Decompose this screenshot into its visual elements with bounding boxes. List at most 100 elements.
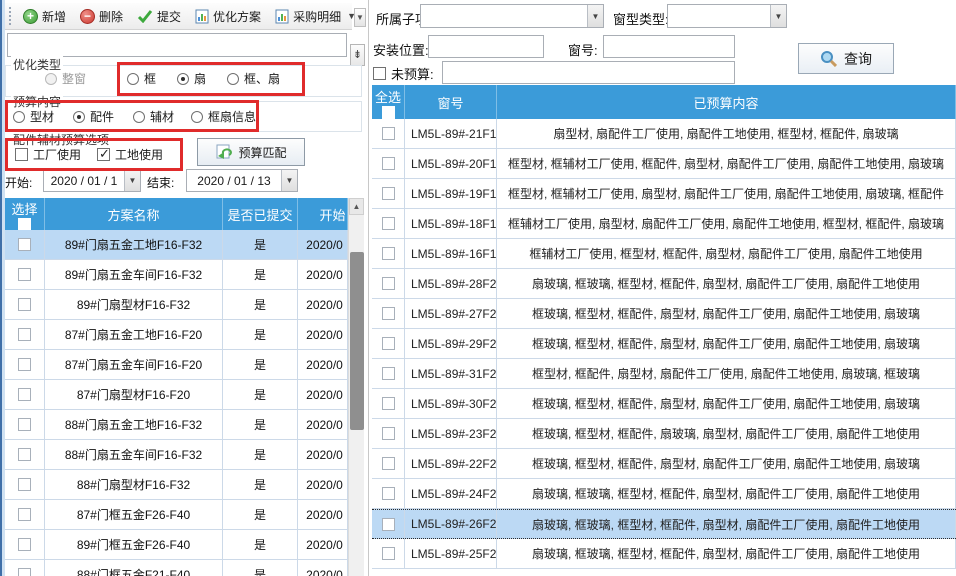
row-checkbox[interactable] [382,547,395,560]
window-row[interactable]: LM5L-89#-27F25框玻璃, 框型材, 框配件, 扇型材, 扇配件工厂使… [372,299,956,329]
row-checkbox[interactable] [382,307,395,320]
scroll-up-icon[interactable]: ▲ [349,198,364,215]
window-row[interactable]: LM5L-89#-19F17框型材, 框辅材工厂使用, 扇型材, 扇配件工厂使用… [372,179,956,209]
row-select-cell[interactable] [5,560,45,576]
optimize-plan-button[interactable]: 优化方案 [191,6,265,27]
row-checkbox[interactable] [382,337,395,350]
start-date-dropdown-icon[interactable]: ▼ [124,170,140,191]
row-checkbox[interactable] [18,328,31,341]
row-select-cell[interactable] [5,230,45,259]
row-select-cell[interactable] [372,539,405,568]
window-row[interactable]: LM5L-89#-30F28框玻璃, 框型材, 框配件, 扇型材, 扇配件工厂使… [372,389,956,419]
row-checkbox[interactable] [382,127,395,140]
unbudgeted-input[interactable] [442,61,735,84]
radio-option[interactable]: 框、扇 [227,70,280,87]
row-select-cell[interactable] [372,239,405,268]
row-select-cell[interactable] [5,440,45,469]
row-select-cell[interactable] [372,510,405,538]
row-checkbox[interactable] [382,367,395,380]
start-column-header[interactable]: 开始 [298,198,348,230]
plan-row[interactable]: 88#门框五金F21-F40是2020/0 [5,560,364,576]
sub-item-select[interactable]: ▼ [420,4,604,28]
window-row[interactable]: LM5L-89#-22F20框玻璃, 框型材, 框配件, 扇型材, 扇配件工厂使… [372,449,956,479]
row-checkbox[interactable] [382,187,395,200]
plan-row[interactable]: 89#门框五金F26-F40是2020/0 [5,530,364,560]
unbudgeted-checkbox[interactable] [373,67,386,80]
row-checkbox[interactable] [18,508,31,521]
window-no-column-header[interactable]: 窗号 [405,85,497,119]
plan-row[interactable]: 87#门扇型材F16-F20是2020/0 [5,380,364,410]
row-select-cell[interactable] [5,500,45,529]
radio-option[interactable]: 框 [127,70,156,87]
window-row[interactable]: LM5L-89#-31F29框型材, 框配件, 扇型材, 扇配件工厂使用, 扇配… [372,359,956,389]
budgeted-content-column-header[interactable]: 已预算内容 [497,85,956,119]
row-select-cell[interactable] [5,290,45,319]
radio-option[interactable]: 配件 [73,108,114,125]
install-position-input[interactable] [428,35,544,58]
query-button[interactable]: 查询 [798,43,894,74]
plan-row[interactable]: 87#门扇五金车间F16-F20是2020/0 [5,350,364,380]
window-row[interactable]: LM5L-89#-28F26扇玻璃, 框玻璃, 框型材, 框配件, 扇型材, 扇… [372,269,956,299]
select-all-checkbox[interactable] [18,218,31,230]
window-no-input[interactable] [603,35,735,58]
row-checkbox[interactable] [18,238,31,251]
radio-option[interactable]: 型材 [13,108,54,125]
row-checkbox[interactable] [382,518,395,531]
row-checkbox[interactable] [18,388,31,401]
row-checkbox[interactable] [18,268,31,281]
row-select-cell[interactable] [372,149,405,178]
delete-button[interactable]: − 删除 [76,6,127,27]
window-row[interactable]: LM5L-89#-23F21框玻璃, 框型材, 框配件, 扇玻璃, 扇型材, 扇… [372,419,956,449]
submitted-column-header[interactable]: 是否已提交 [223,198,298,230]
row-checkbox[interactable] [382,487,395,500]
row-select-cell[interactable] [372,419,405,448]
row-checkbox[interactable] [18,358,31,371]
row-checkbox[interactable] [18,478,31,491]
row-checkbox[interactable] [382,247,395,260]
toolbar-overflow2-button[interactable]: ⇟ [350,44,365,66]
row-select-cell[interactable] [372,209,405,238]
plan-row[interactable]: 89#门扇五金工地F16-F32是2020/0 [5,230,364,260]
row-checkbox[interactable] [382,397,395,410]
row-select-cell[interactable] [372,329,405,358]
window-row[interactable]: LM5L-89#-24F22扇玻璃, 框玻璃, 框型材, 框配件, 扇型材, 扇… [372,479,956,509]
end-date-picker[interactable]: 2020 / 01 / 13 ▼ [186,169,298,192]
toolbar-grip-icon[interactable] [9,7,11,25]
row-checkbox[interactable] [18,538,31,551]
row-select-cell[interactable] [372,179,405,208]
sub-item-dropdown-icon[interactable]: ▼ [587,5,603,27]
plan-name-column-header[interactable]: 方案名称 [45,198,223,230]
row-select-cell[interactable] [372,269,405,298]
radio-option[interactable]: 扇 [177,70,206,87]
budget-match-button[interactable]: 预算匹配 [197,138,305,166]
select-all-checkbox[interactable] [382,106,395,119]
plan-row[interactable]: 87#门框五金F26-F40是2020/0 [5,500,364,530]
window-row[interactable]: LM5L-89#-26F24扇玻璃, 框玻璃, 框型材, 框配件, 扇型材, 扇… [372,509,956,539]
plan-row[interactable]: 88#门扇五金车间F16-F32是2020/0 [5,440,364,470]
window-row[interactable]: LM5L-89#-18F16框辅材工厂使用, 扇型材, 扇配件工厂使用, 扇配件… [372,209,956,239]
plan-row[interactable]: 89#门扇五金车间F16-F32是2020/0 [5,260,364,290]
plan-row[interactable]: 89#门扇型材F16-F32是2020/0 [5,290,364,320]
select-all-column-header[interactable]: 全选 [372,85,405,119]
checkbox-option[interactable]: 工厂使用 [15,146,81,163]
row-checkbox[interactable] [382,457,395,470]
start-date-picker[interactable]: 2020 / 01 / 1 ▼ [43,169,141,192]
plan-row[interactable]: 87#门扇五金工地F16-F20是2020/0 [5,320,364,350]
row-select-cell[interactable] [5,260,45,289]
radio-option[interactable]: 框扇信息 [191,108,256,125]
add-button[interactable]: + 新增 [19,6,70,27]
row-select-cell[interactable] [372,119,405,148]
plan-row[interactable]: 88#门扇五金工地F16-F32是2020/0 [5,410,364,440]
plans-table-scrollbar[interactable]: ▲ [348,198,364,576]
row-select-cell[interactable] [372,449,405,478]
radio-option[interactable]: 辅材 [133,108,174,125]
row-select-cell[interactable] [5,320,45,349]
end-date-dropdown-icon[interactable]: ▼ [281,170,297,191]
plan-filter-input[interactable] [7,33,347,57]
window-row[interactable]: LM5L-89#-21F19扇型材, 扇配件工厂使用, 扇配件工地使用, 框型材… [372,119,956,149]
row-checkbox[interactable] [382,157,395,170]
submit-button[interactable]: 提交 [133,6,185,27]
plan-row[interactable]: 88#门扇型材F16-F32是2020/0 [5,470,364,500]
checkbox-option[interactable]: 工地使用 [97,146,163,163]
window-type-select[interactable]: ▼ [667,4,787,28]
